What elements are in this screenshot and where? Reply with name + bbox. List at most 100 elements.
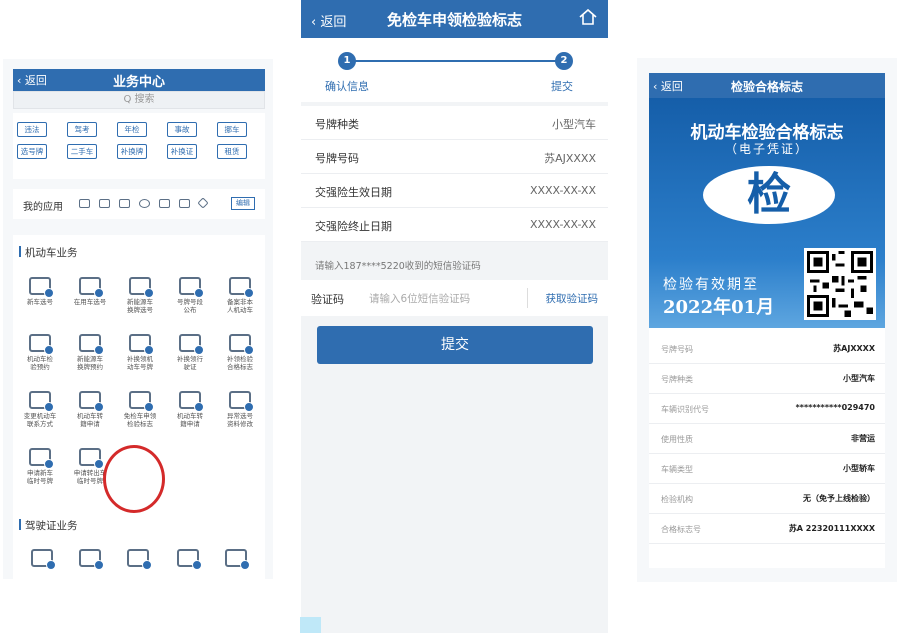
cert-row-certificate-number: 合格标志号 苏A 22320111XXXX (649, 514, 885, 544)
id-card-icon (225, 549, 250, 570)
business-center-screen: ‹ 返回 业务中心 Q 搜索 违法 驾考 年检 事故 挪车 选号牌 二手车 补换牌 补换证 租赁 … (3, 59, 273, 579)
vehicle-service-item[interactable]: 备案非本 人机动车 (215, 277, 265, 314)
certificate-card: 机动车检验合格标志 （电子凭证） 检 检验有效期至 2022年01月 号牌号码 … (649, 98, 885, 568)
row-key: 合格标志号 (661, 525, 701, 534)
certificate-header: ‹ 返回 检验合格标志 (649, 73, 885, 98)
vehicle-service-item[interactable]: 变更机动车 联系方式 (15, 391, 65, 428)
quick-tag[interactable]: 租赁 (217, 144, 247, 159)
page-title: 检验合格标志 (730, 80, 803, 94)
license-icon (127, 549, 152, 570)
cert-row-inspection-agency: 检验机构 无（免予上线检验） (649, 484, 885, 514)
row-key: 号牌号码 (315, 152, 359, 165)
quick-tag[interactable]: 选号牌 (17, 144, 47, 159)
page-title: 业务中心 (112, 75, 165, 90)
license-service-item[interactable] (17, 549, 67, 570)
vehicle-service-item[interactable]: 新能源车 换牌选号 (115, 277, 165, 314)
car-icon (79, 277, 104, 298)
row-value: XXXX-XX-XX (529, 184, 596, 197)
document-icon (229, 277, 254, 298)
vehicle-service-item[interactable]: 机动车转 籍申请 (165, 391, 215, 428)
service-label: 免检车申领 检验标志 (123, 412, 157, 428)
info-row-plate-type: 号牌种类 小型汽车 (301, 106, 608, 140)
license-service-item[interactable] (211, 549, 261, 570)
license-service-item[interactable] (113, 549, 163, 570)
row-value: XXXX-XX-XX (529, 218, 596, 231)
vehicle-service-item[interactable]: 申请新车 临时号牌 (15, 448, 65, 485)
service-label: 补换领机 动车号牌 (127, 355, 153, 371)
vehicle-service-item[interactable]: 补换领行 驶证 (165, 334, 215, 371)
quick-tag[interactable]: 违法 (17, 122, 47, 137)
car-icon (79, 448, 104, 469)
row-key: 车辆类型 (661, 465, 693, 474)
vehicle-service-item[interactable]: 号牌号段 公布 (165, 277, 215, 314)
progress-steps: 1 2 确认信息 提交 (301, 38, 608, 102)
quick-tag[interactable]: 事故 (167, 122, 197, 137)
car-icon (79, 391, 104, 412)
car-plate-icon (29, 448, 54, 469)
row-key: 车辆识别代号 (661, 405, 709, 414)
vehicle-service-item[interactable]: 新能源车 换牌预约 (65, 334, 115, 371)
car-plate-icon (29, 391, 54, 412)
license-service-item[interactable] (163, 549, 213, 570)
document-icon[interactable] (179, 199, 190, 208)
search-icon[interactable] (139, 199, 150, 208)
quick-tag[interactable]: 二手车 (67, 144, 97, 159)
plate-icon (179, 334, 204, 355)
vehicle-service-item[interactable]: 补领检验 合格标志 (215, 334, 265, 371)
business-center-header: ‹ 返回 业务中心 (13, 69, 265, 91)
certificate-subtitle: （电子凭证） (724, 142, 809, 156)
vehicle-service-item[interactable]: 机动车转 籍申请 (65, 391, 115, 428)
vehicle-service-item[interactable]: 免检车申领 检验标志 (115, 391, 165, 428)
sms-code-row: 验证码 请输入6位短信验证码 获取验证码 (301, 280, 608, 316)
document-icon[interactable] (159, 199, 170, 208)
vehicle-service-item[interactable]: 新车选号 (15, 277, 65, 306)
quick-tag[interactable]: 年检 (117, 122, 147, 137)
quick-tag[interactable]: 驾考 (67, 122, 97, 137)
service-label: 机动车转 籍申请 (77, 412, 103, 428)
car-icon[interactable] (99, 199, 110, 208)
car-icon (129, 391, 154, 412)
plate-icon[interactable] (119, 199, 130, 208)
plate-icon (179, 391, 204, 412)
info-row-insurance-end: 交强险终止日期 XXXX-XX-XX (301, 208, 608, 242)
service-label: 机动车检 验预约 (27, 355, 53, 371)
service-label: 异常选号 资料修改 (227, 412, 253, 428)
submit-button[interactable]: 提交 (317, 326, 593, 364)
service-label: 变更机动车 联系方式 (23, 412, 57, 428)
get-code-button[interactable]: 获取验证码 (546, 291, 599, 306)
quick-tag[interactable]: 补换证 (167, 144, 197, 159)
row-value: 小型汽车 (552, 118, 596, 131)
service-label: 号牌号段 公布 (177, 298, 203, 314)
search-input[interactable]: Q 搜索 (13, 91, 265, 109)
quick-tag[interactable]: 补换牌 (117, 144, 147, 159)
qr-code (804, 248, 876, 320)
service-label: 补换领行 驶证 (177, 355, 203, 371)
progress-line (347, 60, 561, 62)
car-icon (79, 334, 104, 355)
plate-icon (179, 277, 204, 298)
car-plate-icon (29, 334, 54, 355)
sms-code-input[interactable]: 请输入6位短信验证码 (369, 291, 470, 306)
vehicle-service-item[interactable]: 机动车检 验预约 (15, 334, 65, 371)
step-1-dot: 1 (338, 52, 356, 70)
car-icon[interactable] (79, 199, 90, 208)
quick-tag[interactable]: 挪车 (217, 122, 247, 137)
vehicle-service-item[interactable]: 补换领机 动车号牌 (115, 334, 165, 371)
highlight-circle (103, 445, 165, 513)
vehicle-service-item[interactable]: 异常选号 资料修改 (215, 391, 265, 428)
license-icon (31, 549, 56, 570)
calendar-icon (79, 549, 104, 570)
service-label: 新能源车 换牌预约 (77, 355, 103, 371)
home-icon[interactable] (578, 7, 598, 27)
license-service-item[interactable] (65, 549, 115, 570)
service-label: 新能源车 换牌选号 (127, 298, 153, 314)
car-plate-icon (29, 277, 54, 298)
apply-inspection-screen: ‹ 返回 免检车申领检验标志 1 2 确认信息 提交 号牌种类 小型汽车 号牌号… (301, 0, 608, 633)
edit-button[interactable]: 编辑 (231, 197, 255, 210)
document-icon (229, 334, 254, 355)
row-key: 使用性质 (661, 435, 693, 444)
vehicle-service-item[interactable]: 在用车选号 (65, 277, 115, 306)
row-value: 无（免予上线检验） (803, 494, 875, 503)
service-label: 补领检验 合格标志 (227, 355, 253, 371)
sign-icon[interactable] (197, 197, 209, 209)
